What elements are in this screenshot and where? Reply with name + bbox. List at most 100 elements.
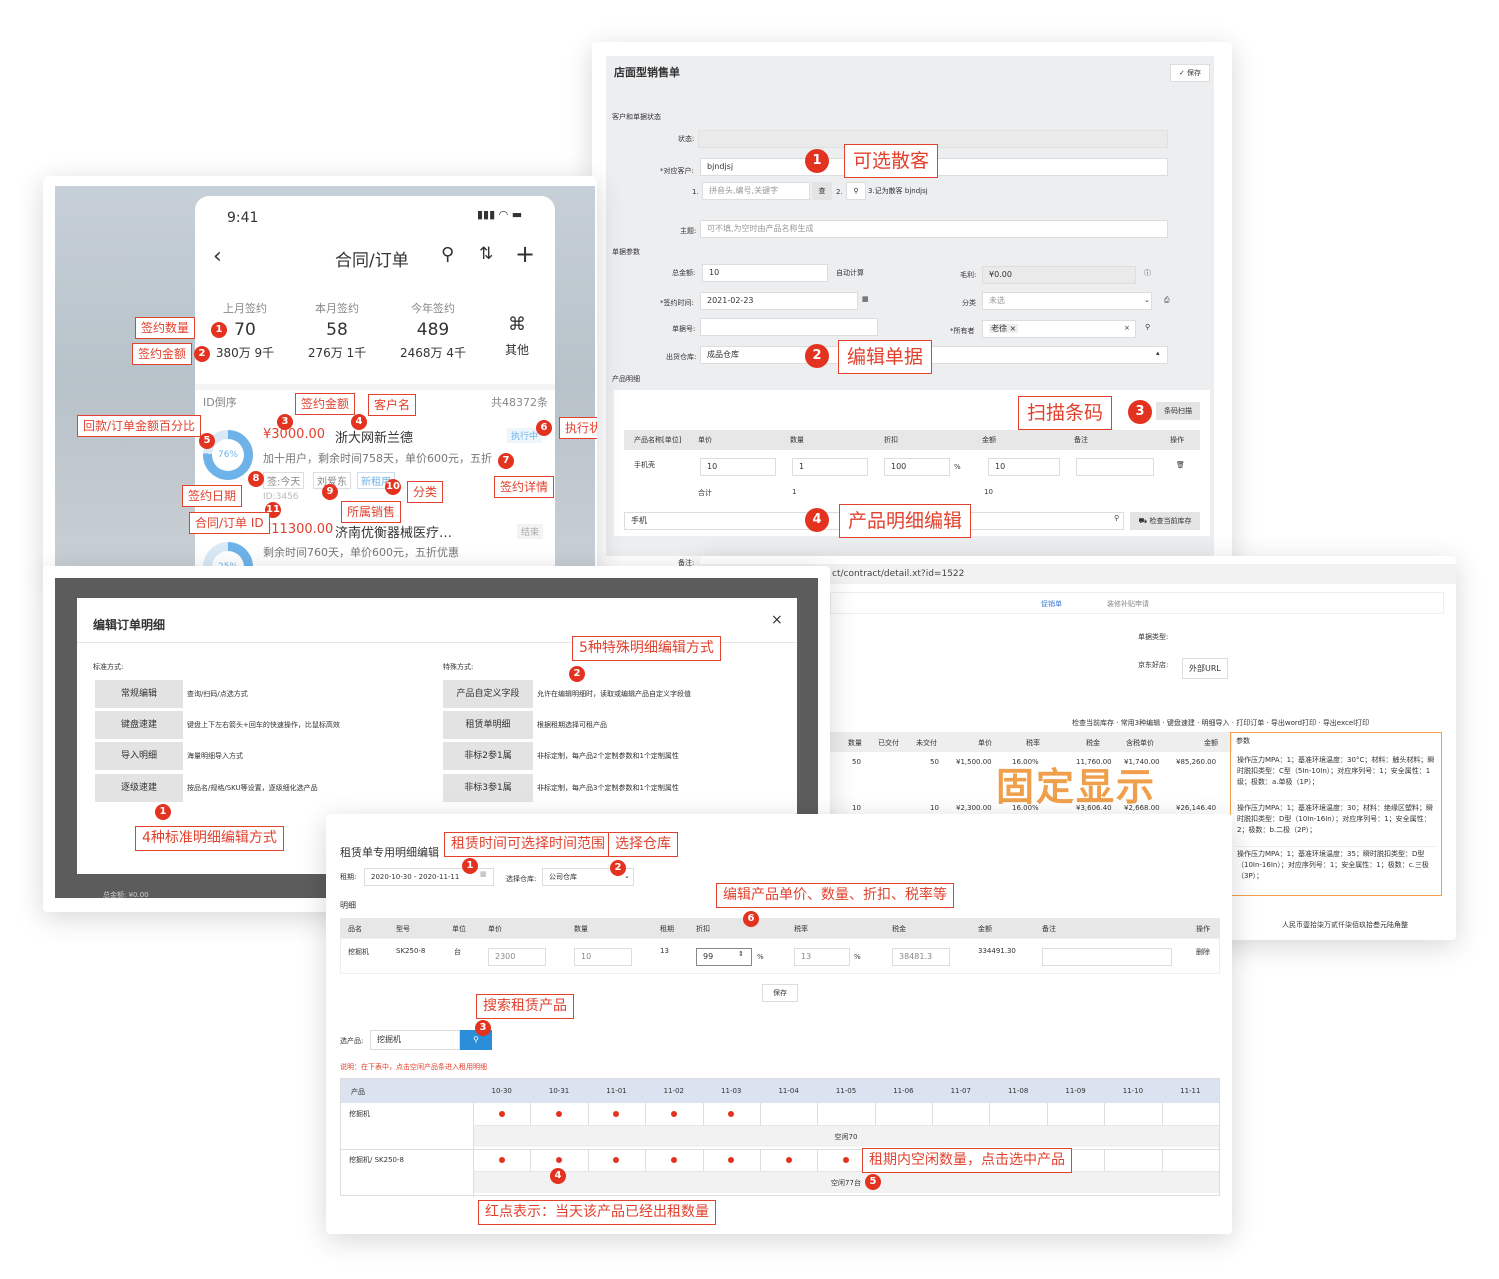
product-search-icon[interactable]: ⚲	[1114, 514, 1119, 522]
order-1-amount[interactable]: ¥3000.00	[263, 427, 325, 442]
search-icon-button[interactable]: ⚲	[846, 182, 866, 200]
owner-search-icon[interactable]: ⚲	[1145, 323, 1150, 331]
sp-btn-custom[interactable]: 产品自定义字段	[443, 680, 533, 708]
product-2-name[interactable]: 挖掘机/ SK250-8	[349, 1155, 404, 1165]
row-qty-input[interactable]: 1	[792, 458, 868, 476]
row-amount-input[interactable]: 10	[988, 458, 1060, 476]
sp-btn-3p1a[interactable]: 非标3参1属	[443, 774, 533, 802]
subject-input[interactable]: 可不填,为空时由产品名称生成	[700, 220, 1168, 238]
rented-dot[interactable]	[498, 1111, 505, 1117]
total-input[interactable]: 10	[702, 264, 828, 282]
toolbar-excel[interactable]: 导出excel打印	[1323, 719, 1369, 727]
stat-2[interactable]: 本月签约 58 276万 1千	[301, 300, 373, 361]
date-header: 10-31	[548, 1087, 570, 1095]
row-taxamt-input[interactable]: 38481.3	[892, 948, 950, 966]
auto-calc[interactable]: 自动计算	[836, 268, 864, 278]
rented-dot[interactable]	[728, 1157, 735, 1163]
stepper-icon[interactable]: ⇕	[738, 950, 744, 958]
toolbar-check-stock[interactable]: 检查当前库存	[1072, 719, 1114, 727]
col-price: 单价	[978, 739, 992, 747]
rented-dot[interactable]	[613, 1157, 620, 1163]
r1-amount: ¥85,260.00	[1176, 758, 1217, 766]
rented-dot[interactable]	[670, 1157, 677, 1163]
toolbar-print[interactable]: 打印订单	[1236, 719, 1264, 727]
save-button[interactable]: ✓ 保存	[1170, 64, 1210, 82]
toolbar-edit3[interactable]: 常用3种编辑	[1121, 719, 1160, 727]
tab-promo[interactable]: 促销单	[1041, 599, 1062, 609]
rented-dot[interactable]	[613, 1111, 620, 1117]
std-btn-import[interactable]: 导入明细	[95, 742, 183, 770]
customer-search-input[interactable]: 拼音头,编号,关键字	[702, 182, 810, 200]
owner-clear-icon[interactable]: ×	[1124, 324, 1130, 332]
period-label: 租期:	[340, 873, 357, 881]
annotation-free: 租期内空闲数量，点击选中产品	[862, 1148, 1072, 1173]
rented-dot[interactable]	[785, 1157, 792, 1163]
tab-subsidy[interactable]: 装修补贴申请	[1107, 599, 1149, 609]
owner-tag[interactable]: 老徐 ×	[989, 324, 1019, 333]
order-2-amount[interactable]: ¥11300.00	[263, 522, 333, 537]
calendar-icon[interactable]: ▦	[480, 870, 487, 878]
toolbar-word[interactable]: 导出word打印	[1271, 719, 1316, 727]
rental-save-button[interactable]: 保存	[762, 984, 798, 1002]
stat-amount: 276万 1千	[307, 346, 367, 360]
search-icon[interactable]: ⚲	[441, 244, 454, 265]
select-product-input[interactable]: 挖掘机	[370, 1030, 460, 1050]
barcode-scan-button[interactable]: 条码扫描	[1156, 402, 1200, 420]
rented-dot[interactable]	[556, 1157, 563, 1163]
add-icon[interactable]: +	[515, 240, 535, 268]
row-remark-input[interactable]	[1042, 948, 1172, 966]
check-stock-button[interactable]: ⛟ 检查当前库存	[1130, 512, 1200, 530]
order-2-customer[interactable]: 济南优衡器械医疗…	[335, 522, 452, 541]
other-button[interactable]: ⌘ 其他	[495, 314, 539, 358]
day-grid-line	[645, 1103, 647, 1125]
std-btn-normal[interactable]: 常规编辑	[95, 680, 183, 708]
category-select[interactable]: 未选	[982, 292, 1152, 310]
walkin-customer-note[interactable]: 3.记为散客 bjndjsj	[868, 186, 928, 196]
sign-date-input[interactable]: 2021-02-23	[700, 292, 858, 310]
stat-count: 489	[416, 320, 450, 340]
annotation-special: 5种特殊明细编辑方式	[572, 636, 721, 661]
std-btn-keyboard[interactable]: 键盘速建	[95, 711, 183, 739]
chevron-down-icon: ⌄	[624, 872, 630, 880]
trash-icon[interactable]: 🗑	[1176, 461, 1185, 469]
print-icon[interactable]: ⎙	[1164, 296, 1170, 305]
close-icon[interactable]: ×	[771, 612, 783, 628]
order-1-customer[interactable]: 浙大网新兰德	[335, 427, 413, 446]
external-url-button[interactable]: 外部URL	[1182, 658, 1228, 679]
row-discount-input[interactable]: 100	[884, 458, 950, 476]
docno-input[interactable]	[700, 318, 878, 336]
warehouse-select[interactable]: 成品仓库	[700, 346, 1168, 364]
customer-label: *对应客户:	[660, 167, 694, 175]
label-amount: 签约金额	[295, 393, 356, 415]
row-price-input[interactable]: 2300	[488, 948, 546, 966]
rented-dot[interactable]	[843, 1157, 849, 1163]
sort-label[interactable]: ID倒序	[203, 394, 237, 410]
product-1-name[interactable]: 挖掘机	[349, 1109, 370, 1119]
stat-label: 上月签约	[223, 302, 267, 315]
num-3: 3	[277, 414, 293, 430]
back-icon[interactable]: ‹	[213, 244, 222, 269]
rented-dot[interactable]	[498, 1157, 505, 1163]
sp-btn-rental[interactable]: 租赁单明细	[443, 711, 533, 739]
num-4: 4	[550, 1168, 566, 1184]
row-qty-input[interactable]: 10	[574, 948, 632, 966]
col-op: 操作	[1196, 925, 1210, 933]
date-header: 11-06	[893, 1087, 914, 1095]
row-price-input[interactable]: 10	[700, 458, 776, 476]
row-delete[interactable]: 删除	[1196, 947, 1210, 957]
sort-icon[interactable]: ⇅	[479, 244, 493, 264]
row-tax-input[interactable]: 13	[794, 948, 850, 966]
calendar-icon[interactable]: ▦	[862, 295, 869, 303]
stat-3[interactable]: 今年签约 489 2468万 4千	[391, 300, 475, 361]
row-remark-input[interactable]	[1076, 458, 1154, 476]
toolbar-import[interactable]: 明细导入	[1202, 719, 1230, 727]
std-btn-level[interactable]: 逐级速建	[95, 774, 183, 802]
store-sales-form-card: 店面型销售单 ✓ 保存 客户和单据状态 状态: *对应客户: bjndjsj 1…	[592, 42, 1232, 567]
rented-dot[interactable]	[728, 1111, 735, 1117]
query-button[interactable]: 查	[812, 182, 832, 200]
owner-select[interactable]: 老徐 ×	[982, 320, 1136, 338]
rented-dot[interactable]	[556, 1111, 563, 1117]
rented-dot[interactable]	[670, 1111, 677, 1117]
sp-btn-2p1a[interactable]: 非标2参1属	[443, 742, 533, 770]
toolbar-keyboard[interactable]: 键盘速建	[1167, 719, 1195, 727]
